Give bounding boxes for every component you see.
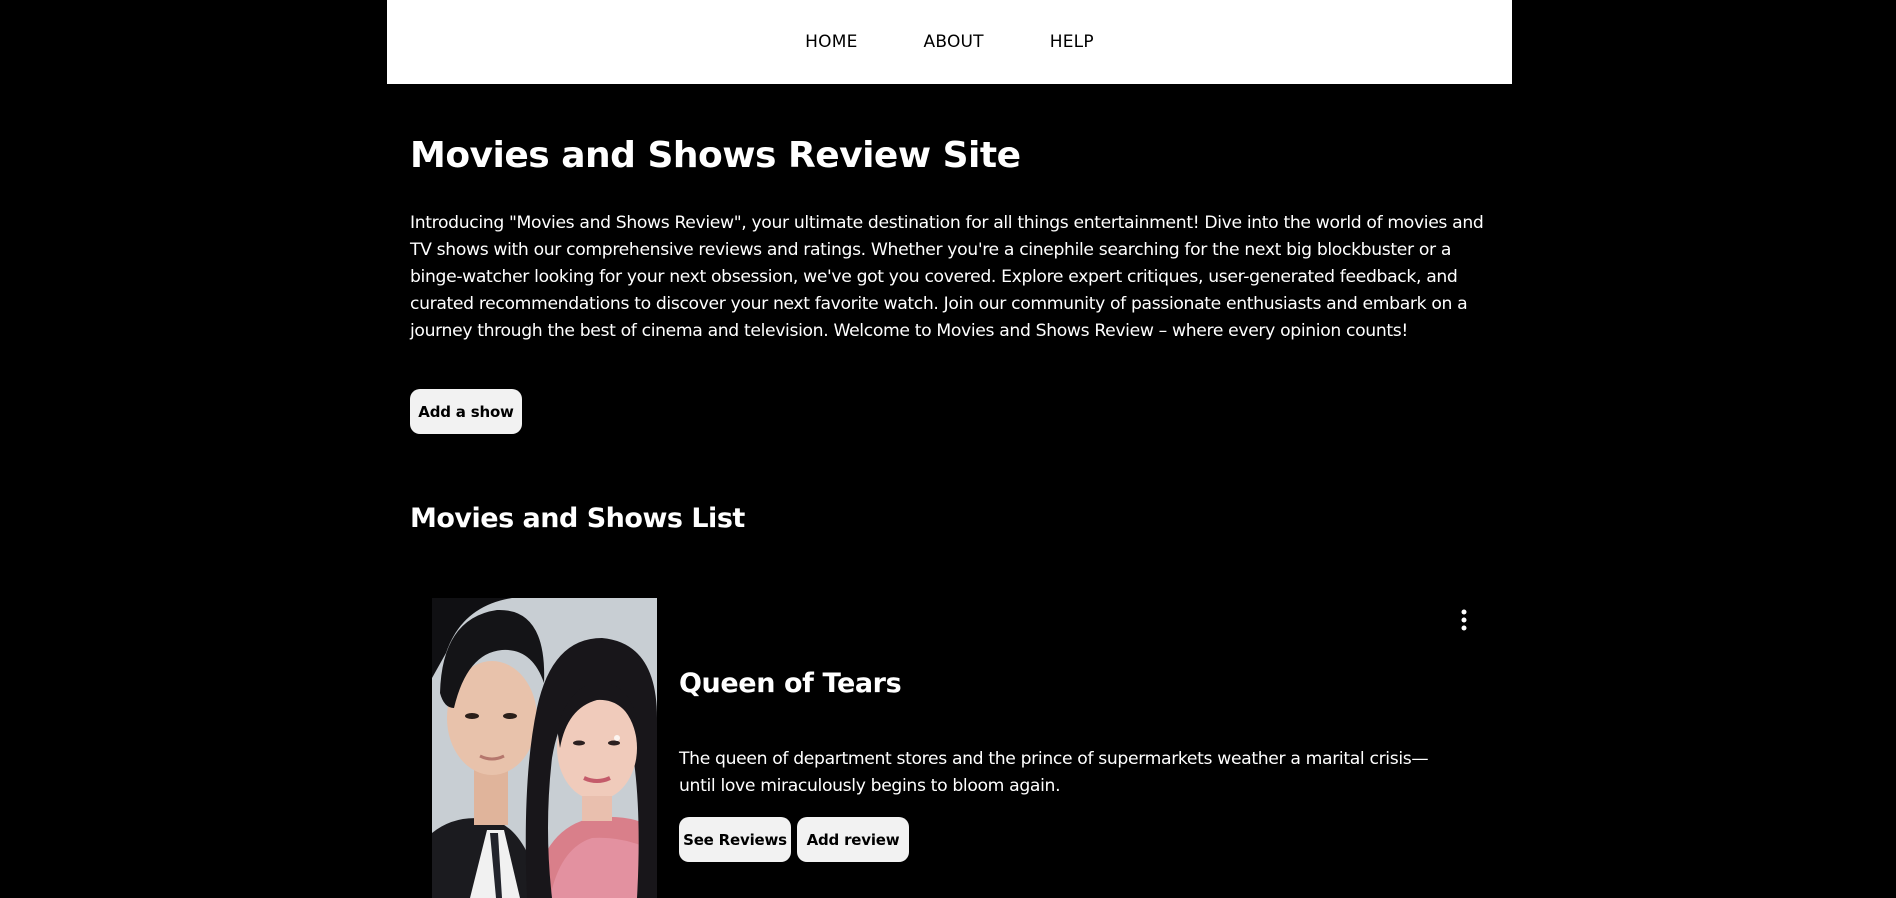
add-show-button[interactable]: Add a show — [410, 389, 522, 434]
list-title: Movies and Shows List — [410, 503, 745, 534]
show-card: Queen of Tears The queen of department s… — [432, 598, 1472, 898]
nav-help-link[interactable]: HELP — [1050, 32, 1094, 52]
page: HOME ABOUT HELP Movies and Shows Review … — [387, 0, 1512, 898]
show-title: Queen of Tears — [679, 668, 902, 699]
nav-home-link[interactable]: HOME — [805, 32, 857, 52]
nav-about-link[interactable]: ABOUT — [924, 32, 984, 52]
show-poster-image[interactable] — [432, 598, 657, 898]
top-navbar: HOME ABOUT HELP — [387, 0, 1512, 84]
show-description: The queen of department stores and the p… — [679, 749, 1429, 796]
intro-paragraph: Introducing "Movies and Shows Review", y… — [410, 213, 1484, 341]
see-reviews-button[interactable]: See Reviews — [679, 817, 791, 862]
kebab-menu-icon[interactable] — [1457, 608, 1471, 632]
add-review-button[interactable]: Add review — [797, 817, 909, 862]
page-title: Movies and Shows Review Site — [410, 135, 1021, 176]
